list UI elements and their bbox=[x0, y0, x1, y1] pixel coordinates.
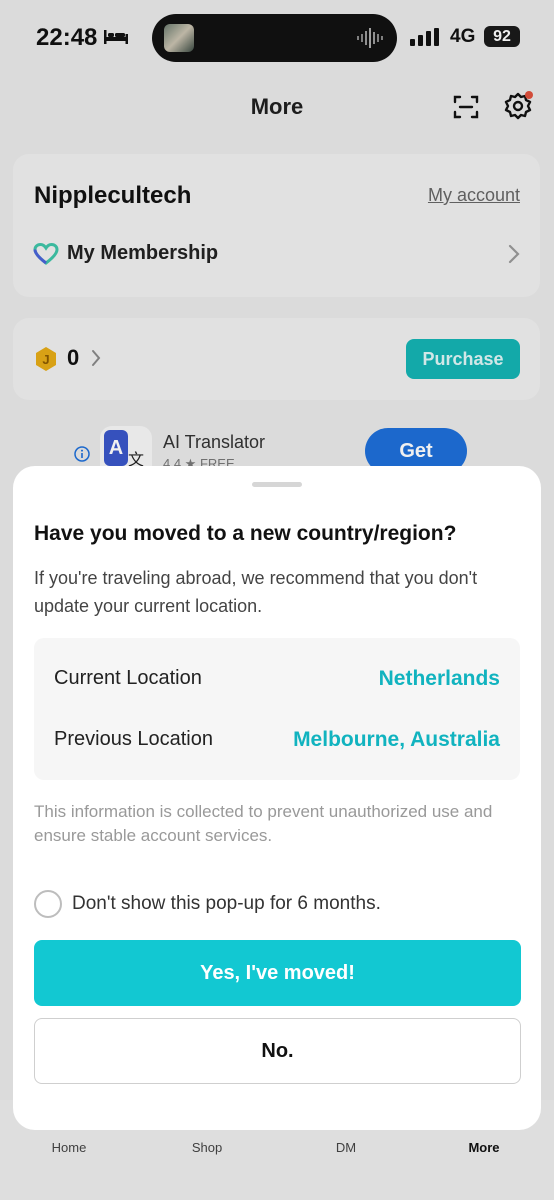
sheet-description: If you're traveling abroad, we recommend… bbox=[34, 568, 478, 616]
previous-location-label: Previous Location bbox=[54, 728, 213, 750]
sheet-title: Have you moved to a new country/region? bbox=[34, 522, 457, 545]
location-info-box: Current Location Netherlands Previous Lo… bbox=[34, 638, 520, 780]
location-change-sheet: Have you moved to a new country/region? … bbox=[13, 466, 541, 1130]
previous-location-value: Melbourne, Australia bbox=[293, 728, 500, 751]
dont-show-checkbox[interactable] bbox=[34, 890, 62, 918]
sheet-grabber[interactable] bbox=[252, 482, 302, 487]
no-button[interactable]: No. bbox=[34, 1018, 521, 1084]
dont-show-label[interactable]: Don't show this pop-up for 6 months. bbox=[72, 893, 381, 915]
yes-moved-button[interactable]: Yes, I've moved! bbox=[34, 940, 521, 1006]
privacy-note: This information is collected to prevent… bbox=[34, 802, 493, 845]
current-location-value: Netherlands bbox=[378, 667, 500, 690]
current-location-label: Current Location bbox=[54, 667, 202, 689]
